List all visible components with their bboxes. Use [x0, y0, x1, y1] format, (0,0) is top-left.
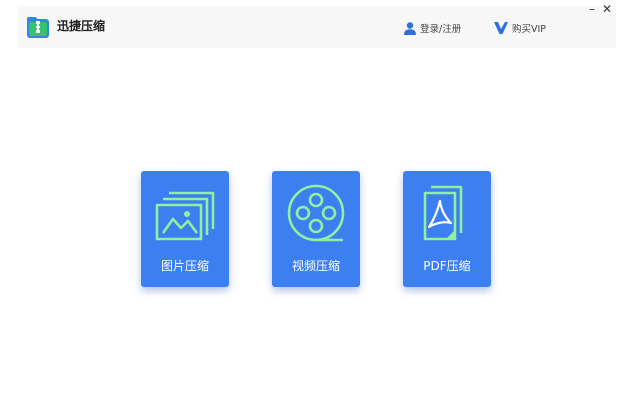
zip-folder-logo-icon	[27, 17, 49, 38]
buy-vip-button[interactable]: 购买VIP	[494, 20, 546, 36]
video-compress-card[interactable]: 视频压缩	[272, 171, 360, 287]
video-compress-label: 视频压缩	[291, 259, 340, 273]
film-reel-icon	[287, 184, 345, 242]
pdf-compress-label: PDF压缩	[423, 259, 471, 273]
login-register-label: 登录/注册	[420, 24, 462, 35]
image-compress-label: 图片压缩	[160, 259, 209, 273]
minimize-button[interactable]: –	[585, 2, 599, 16]
app-window: 迅捷压缩 登录/注册 购买VIP – ✕ 图片压缩 视频压缩 PDF压缩	[0, 0, 622, 406]
user-icon	[404, 21, 416, 35]
buy-vip-label: 购买VIP	[512, 24, 547, 35]
app-title: 迅捷压缩	[57, 19, 106, 33]
pdf-compress-card[interactable]: PDF压缩	[403, 171, 491, 287]
login-register-button[interactable]: 登录/注册	[404, 20, 461, 36]
image-icon	[155, 191, 215, 241]
vip-v-icon	[494, 22, 508, 34]
image-compress-card[interactable]: 图片压缩	[141, 171, 229, 287]
close-button[interactable]: ✕	[600, 2, 614, 16]
pdf-file-icon	[423, 185, 463, 241]
title-bar: 迅捷压缩 登录/注册 购买VIP	[18, 6, 616, 48]
